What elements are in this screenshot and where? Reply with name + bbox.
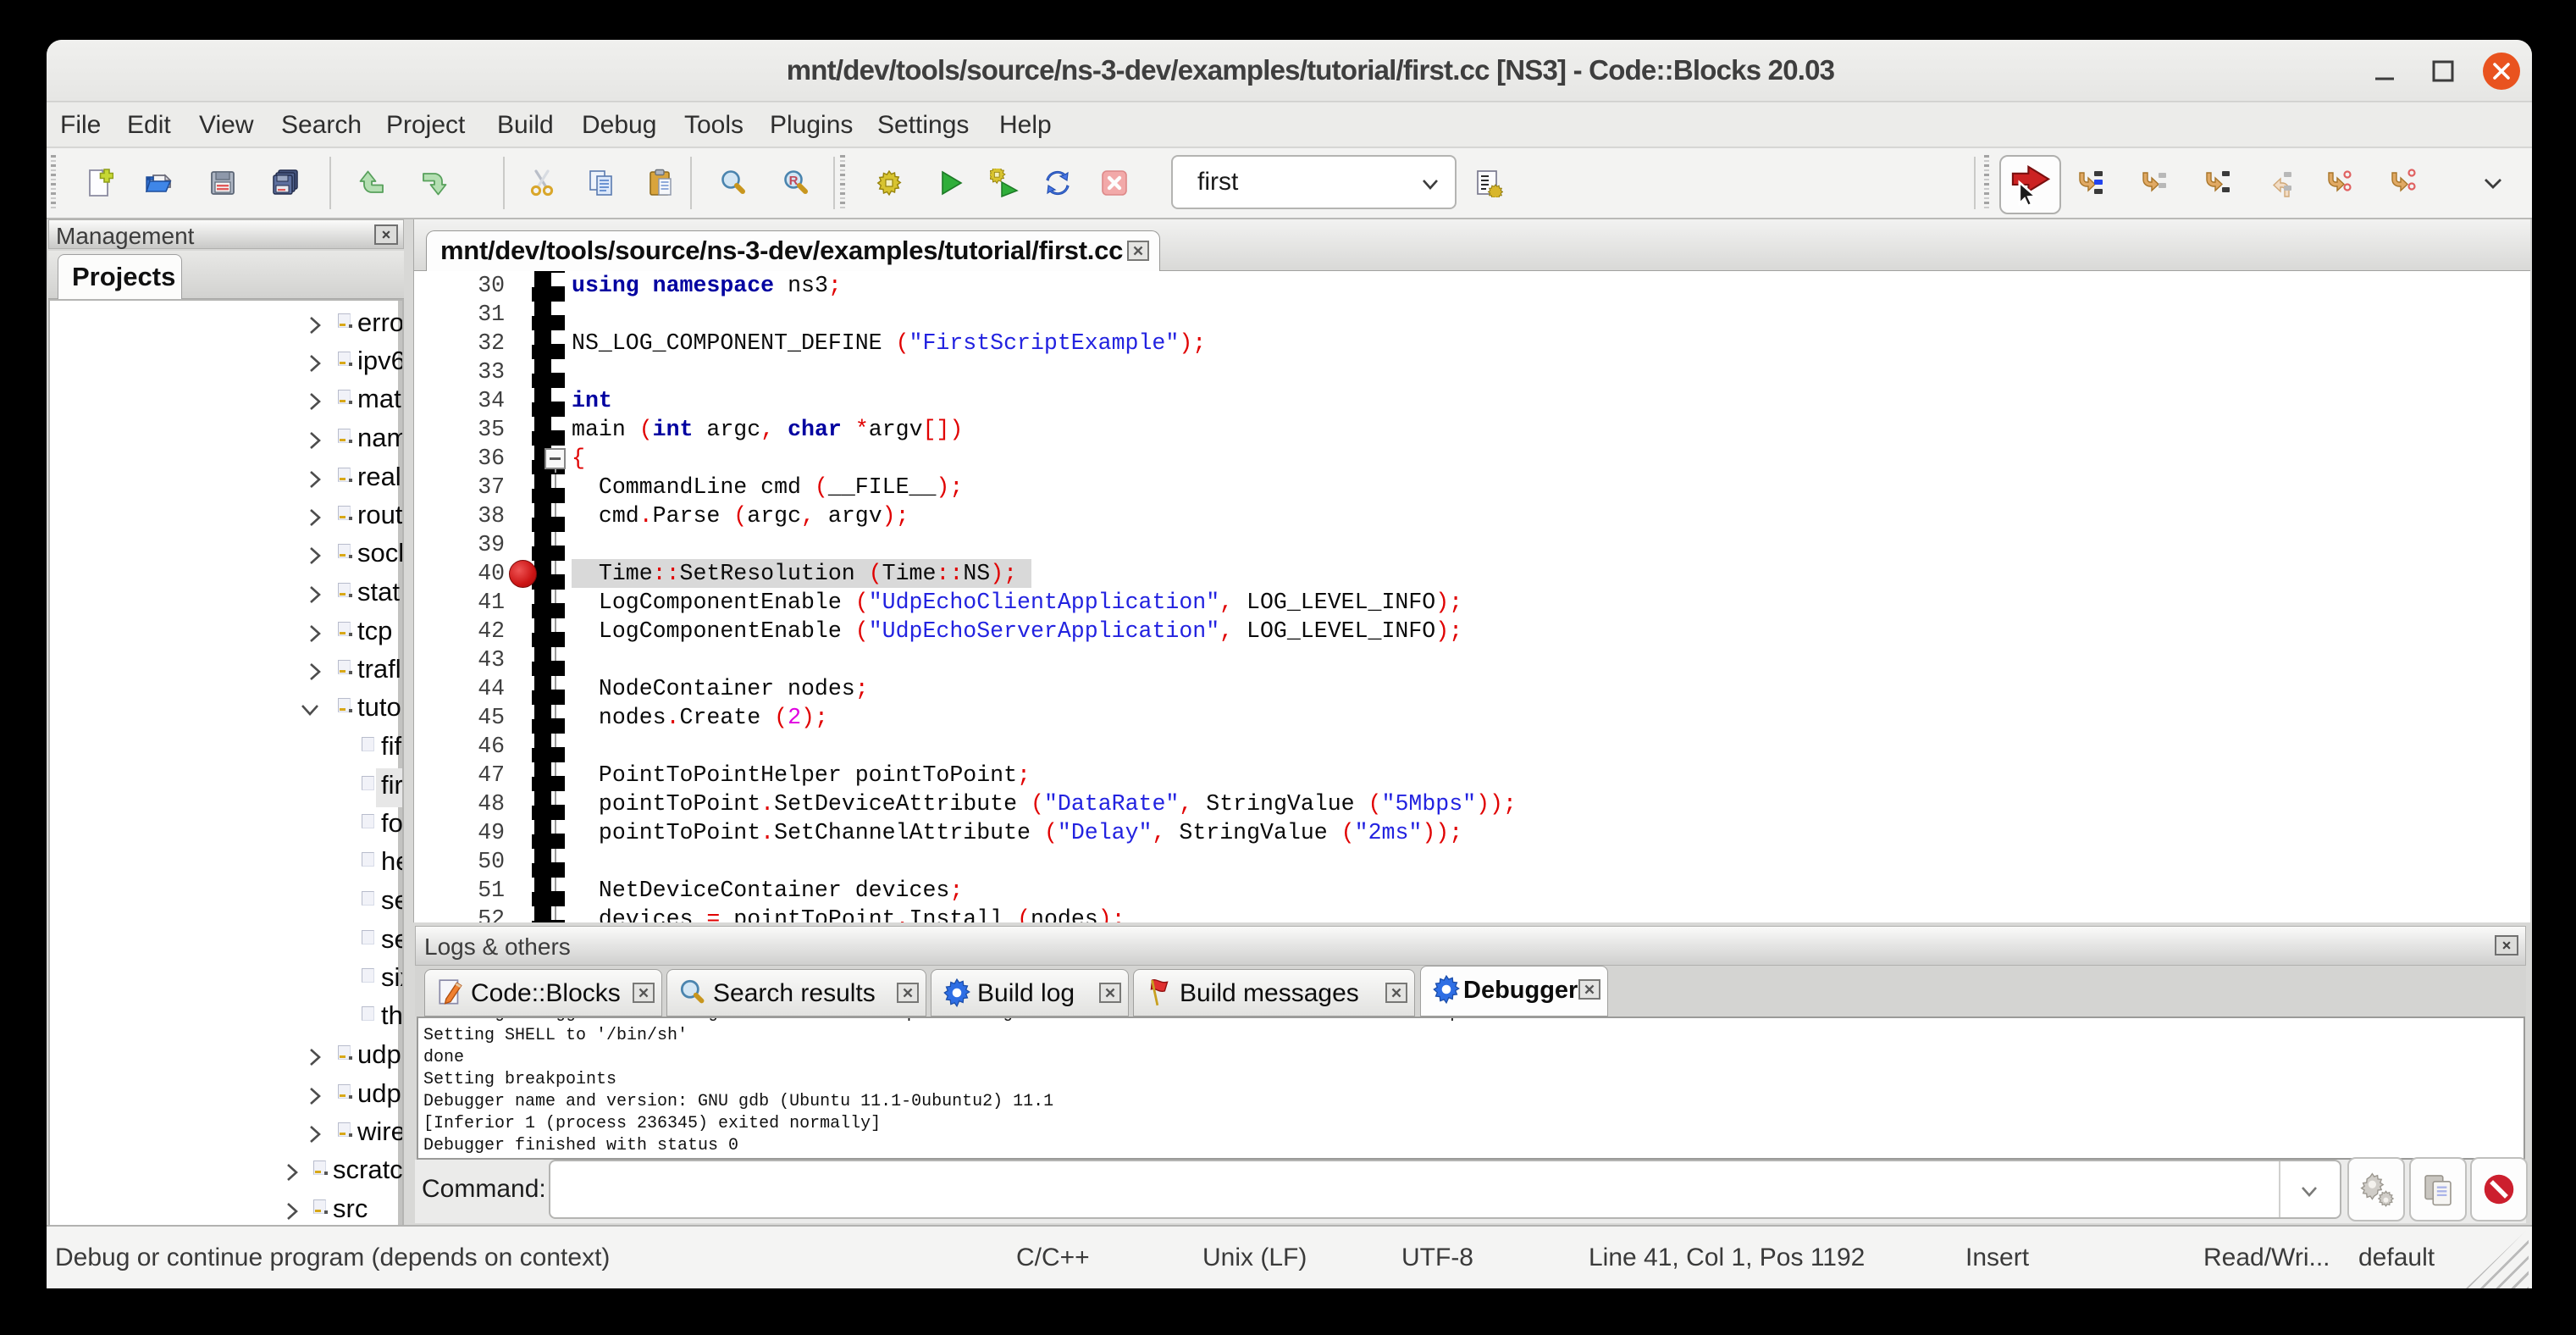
svg-text:R: R [789, 174, 799, 188]
